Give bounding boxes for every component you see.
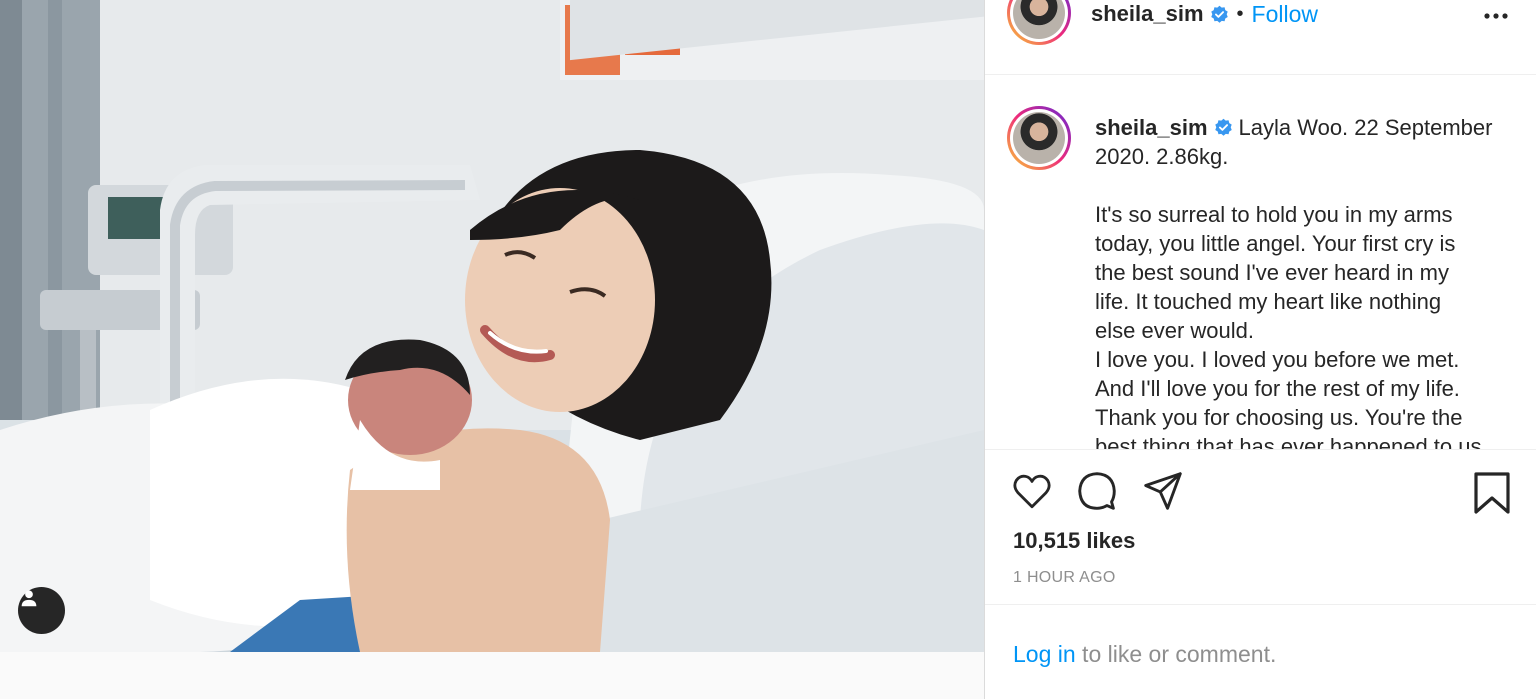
bookmark-icon[interactable] bbox=[1473, 471, 1511, 520]
likes-count[interactable]: 10,515 likes bbox=[1013, 528, 1135, 554]
share-icon[interactable] bbox=[1143, 471, 1183, 516]
caption-line: And I'll love you for the rest of my lif… bbox=[1095, 376, 1460, 401]
caption-area[interactable]: sheila_sim Layla Woo. 22 September 2020.… bbox=[985, 76, 1536, 450]
caption-first-line: sheila_sim Layla Woo. 22 September bbox=[1095, 113, 1495, 142]
follow-button[interactable]: Follow bbox=[1252, 1, 1318, 28]
action-bar bbox=[985, 451, 1536, 531]
header-user-row: sheila_sim • Follow bbox=[1091, 1, 1318, 27]
caption-line: It's so surreal to hold you in my arms bbox=[1095, 202, 1453, 227]
user-tag-icon bbox=[21, 590, 37, 607]
user-tag-button[interactable] bbox=[18, 587, 65, 634]
login-prompt-text: to like or comment. bbox=[1075, 641, 1277, 667]
post-timestamp[interactable]: 1 HOUR AGO bbox=[1013, 569, 1116, 587]
caption-line: life. It touched my heart like nothing bbox=[1095, 289, 1442, 314]
header-avatar[interactable] bbox=[1007, 0, 1071, 45]
verified-badge-icon bbox=[1210, 5, 1229, 24]
avatar-image bbox=[1013, 0, 1065, 39]
caption-line: the best sound I've ever heard in my bbox=[1095, 260, 1449, 285]
post-side-panel: sheila_sim • Follow sheila_sim Layla Woo… bbox=[984, 0, 1536, 699]
login-prompt: Log in to like or comment. bbox=[1013, 641, 1276, 668]
caption-line: today, you little angel. Your first cry … bbox=[1095, 231, 1456, 256]
caption-avatar[interactable] bbox=[1007, 106, 1071, 170]
caption-line: I love you. I loved you before we met. bbox=[1095, 347, 1460, 372]
avatar-image bbox=[1013, 112, 1065, 164]
header-username[interactable]: sheila_sim bbox=[1091, 1, 1204, 27]
caption-line: Thank you for choosing us. You're the bbox=[1095, 405, 1463, 430]
caption-line: 2020. 2.86kg. bbox=[1095, 144, 1229, 169]
caption-headline: Layla Woo. 22 September bbox=[1238, 115, 1493, 140]
heart-icon[interactable] bbox=[1011, 471, 1053, 516]
separator-dot: • bbox=[1236, 2, 1244, 25]
photo-bottom-strip bbox=[0, 652, 984, 699]
caption-text: sheila_sim Layla Woo. 22 September 2020.… bbox=[1095, 113, 1495, 450]
caption-line: best thing that has ever happened to us. bbox=[1095, 434, 1488, 450]
login-link[interactable]: Log in bbox=[1013, 641, 1076, 667]
post-photo[interactable] bbox=[0, 0, 984, 652]
comment-icon[interactable] bbox=[1077, 471, 1117, 516]
post-header: sheila_sim • Follow bbox=[985, 0, 1536, 75]
verified-badge-icon bbox=[1214, 118, 1233, 137]
caption-line: else ever would. bbox=[1095, 318, 1254, 343]
caption-username[interactable]: sheila_sim bbox=[1095, 115, 1208, 140]
photo-illustration bbox=[0, 0, 984, 652]
login-prompt-row: Log in to like or comment. bbox=[985, 604, 1536, 699]
more-options-icon[interactable] bbox=[1483, 6, 1509, 31]
